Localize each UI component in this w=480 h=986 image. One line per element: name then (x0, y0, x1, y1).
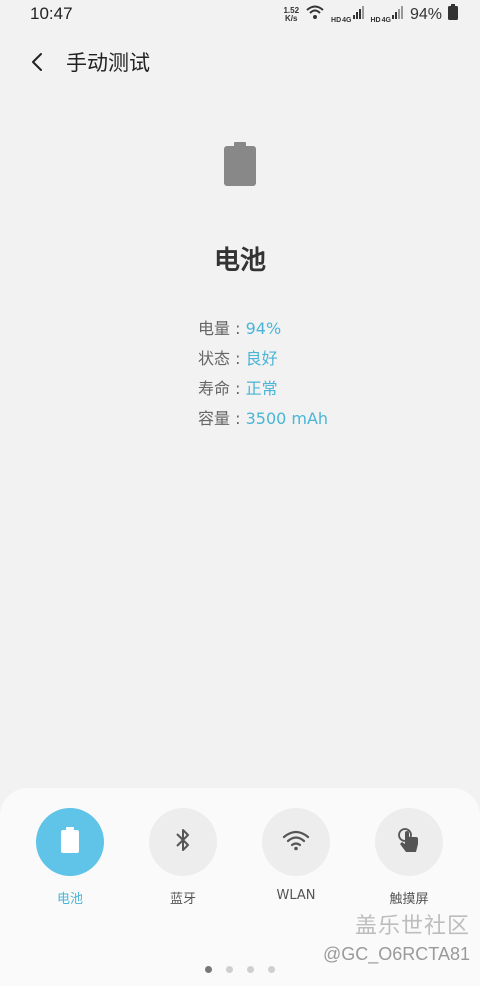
battery-hero-icon (224, 142, 256, 190)
info-separator: : (230, 379, 246, 398)
page-dot[interactable] (268, 966, 275, 973)
battery-icon (61, 827, 79, 857)
info-value: 良好 (245, 349, 278, 368)
page-indicator (0, 966, 480, 973)
test-item-touchscreen[interactable]: 触摸屏 (354, 808, 464, 907)
battery-percent: 94% (409, 5, 442, 23)
page-title: 手动测试 (66, 51, 150, 75)
network-speed-unit: K/s (285, 13, 298, 23)
hd-label: HD (370, 17, 381, 24)
chevron-left-icon (26, 53, 50, 80)
info-label: 电量 (198, 319, 231, 338)
bluetooth-icon (173, 826, 193, 858)
test-label: 蓝牙 (169, 892, 196, 907)
network-speed: 1.52 K/s (283, 6, 299, 23)
info-separator: : (230, 349, 246, 368)
signal-sim2: HD 4G (371, 5, 404, 24)
test-label: 触摸屏 (389, 892, 429, 907)
info-separator: : (230, 409, 246, 428)
test-label: 电池 (56, 892, 83, 907)
info-value: 3500 mAh (245, 409, 329, 428)
test-label: WLAN (276, 888, 316, 903)
page-dot[interactable] (247, 966, 254, 973)
network-type-label: 4G (381, 17, 391, 24)
info-label: 寿命 (198, 379, 231, 398)
battery-info-list: 电量 : 94% 状态 : 良好 寿命 : 正常 容量 : 3500 mAh (198, 314, 328, 434)
signal-bars-icon (391, 5, 404, 24)
signal-bars-icon (352, 5, 365, 24)
status-icons: 1.52 K/s HD 4G HD 4G 94% (283, 4, 458, 25)
info-row-status: 状态 : 良好 (198, 344, 328, 374)
info-value: 正常 (245, 379, 278, 398)
watermark-title: 盖乐世社区 (354, 914, 470, 939)
info-value: 94% (245, 319, 282, 338)
signal-sim1: HD 4G (331, 5, 364, 24)
hd-label: HD (331, 17, 342, 24)
test-circle[interactable] (149, 808, 217, 876)
info-row-charge: 电量 : 94% (198, 314, 328, 344)
test-circle[interactable] (262, 808, 330, 876)
test-circle[interactable] (36, 808, 104, 876)
status-bar: 10:47 1.52 K/s HD 4G HD 4G 94% (0, 0, 480, 28)
wifi-status-icon (305, 4, 325, 25)
status-time: 10:47 (30, 4, 73, 23)
test-circle[interactable] (375, 808, 443, 876)
page-dot[interactable] (226, 966, 233, 973)
watermark-user: @GC_O6RCTA81 (323, 944, 470, 964)
info-separator: : (230, 319, 246, 338)
back-button[interactable] (26, 48, 50, 76)
test-item-bluetooth[interactable]: 蓝牙 (128, 808, 238, 907)
app-header: 手动测试 (0, 44, 480, 80)
test-item-wlan[interactable]: WLAN (241, 808, 351, 903)
battery-status-icon (448, 4, 458, 25)
info-row-capacity: 容量 : 3500 mAh (198, 404, 328, 434)
info-label: 状态 (198, 349, 231, 368)
section-title: 电池 (213, 246, 266, 276)
page-dot[interactable] (205, 966, 212, 973)
wifi-icon (282, 829, 310, 855)
test-item-battery[interactable]: 电池 (15, 808, 125, 907)
network-type-label: 4G (342, 17, 352, 24)
info-label: 容量 (198, 409, 231, 428)
test-selector-panel: 电池 蓝牙 WLAN 触摸屏 盖乐世社区 @GC_O6RCTA81 (0, 788, 480, 986)
info-row-life: 寿命 : 正常 (198, 374, 328, 404)
touch-icon (396, 826, 422, 858)
